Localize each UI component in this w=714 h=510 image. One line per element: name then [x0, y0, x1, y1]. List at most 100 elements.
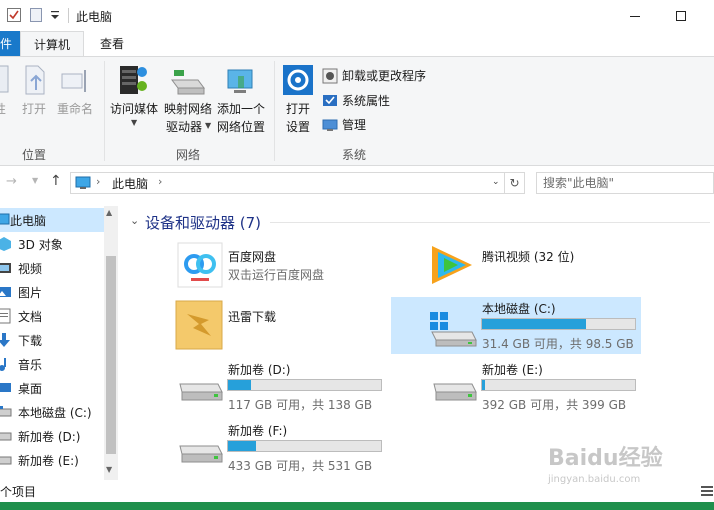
nav-scroll-thumb[interactable]	[106, 256, 116, 454]
forward-button[interactable]: →	[6, 174, 22, 192]
drive-name: 新加卷 (F:)	[228, 424, 288, 438]
drive-space-info: 433 GB 可用，共 531 GB	[228, 459, 373, 473]
refresh-icon: ↻	[509, 176, 520, 190]
section-divider	[270, 222, 710, 223]
nav-item-volume-d[interactable]: 新加卷 (D:)	[0, 424, 104, 448]
nav-item-music[interactable]: 音乐	[0, 352, 104, 376]
tab-view[interactable]: 查看	[84, 31, 140, 56]
maximize-button[interactable]	[658, 0, 704, 31]
breadcrumb-this-pc[interactable]: 此电脑	[112, 175, 148, 192]
minimize-button[interactable]	[612, 0, 658, 31]
drive-icon	[176, 442, 224, 470]
nav-item-volume-e[interactable]: 新加卷 (E:)	[0, 448, 104, 472]
network-drive-icon	[171, 70, 205, 95]
nav-item-documents[interactable]: 文档	[0, 304, 104, 328]
drive-icon	[176, 380, 224, 408]
open-button[interactable]: 打开	[20, 64, 48, 120]
properties-button[interactable]: 性	[0, 64, 10, 120]
customize-quick-access-icon[interactable]	[50, 9, 60, 21]
nav-item-local-disk-c[interactable]: 本地磁盘 (C:)	[0, 400, 104, 424]
breadcrumb-chevron-icon: ›	[158, 175, 163, 188]
new-folder-quick-icon[interactable]	[29, 8, 43, 22]
refresh-button[interactable]: ↻	[505, 172, 525, 194]
scroll-up-icon[interactable]: ▲	[106, 208, 112, 217]
maximize-icon	[676, 10, 686, 21]
details-view-icon[interactable]	[700, 484, 714, 498]
drive-name: 本地磁盘 (C:)	[482, 302, 556, 316]
dropdown-arrow-icon: ▼	[131, 118, 138, 127]
nav-item-downloads[interactable]: 下载	[0, 328, 104, 352]
uninstall-program-button[interactable]: 卸载或更改程序	[322, 67, 432, 85]
group-label-network: 网络	[175, 148, 200, 162]
scroll-down-icon[interactable]: ▼	[106, 465, 112, 474]
properties-icon	[0, 65, 9, 93]
access-media-button[interactable]: 访问媒体 ▼	[108, 64, 160, 127]
drive-usage-bar	[481, 318, 636, 330]
up-button[interactable]: ↑	[50, 173, 66, 191]
manage-icon	[322, 119, 338, 131]
baidu-jingyan-watermark: Baidu经验 jingyan.baidu.com	[548, 440, 678, 492]
status-item-count: 个项目	[0, 485, 37, 499]
title-divider	[68, 8, 69, 23]
computer-small-icon	[75, 175, 91, 191]
watermark-url: jingyan.baidu.com	[548, 474, 641, 485]
open-settings-button[interactable]: 打开 设置	[280, 64, 316, 136]
open-file-icon	[25, 65, 45, 95]
window-title: 此电脑	[76, 10, 113, 24]
group-label-system: 系统	[341, 148, 366, 162]
drive-icon	[430, 380, 478, 408]
nav-item-desktop[interactable]: 桌面	[0, 376, 104, 400]
address-dropdown-icon[interactable]: ⌄	[492, 177, 500, 187]
add-network-location-button[interactable]: 添加一个 网络位置	[214, 64, 268, 136]
desktop-icon	[0, 383, 11, 392]
drive-space-info: 31.4 GB 可用，共 98.5 GB	[482, 337, 634, 351]
dropdown-arrow-icon: ▼	[205, 121, 212, 130]
rename-button[interactable]: 重命名	[54, 64, 96, 120]
nav-item-this-pc[interactable]: 此电脑	[0, 208, 104, 232]
properties-quick-icon[interactable]	[7, 8, 21, 22]
video-icon	[0, 263, 11, 273]
drive-usage-bar	[227, 440, 382, 452]
gear-icon	[283, 65, 313, 95]
baidu-netdisk-icon	[177, 242, 223, 288]
app-name: 百度网盘	[228, 250, 277, 264]
nav-item-pictures[interactable]: 图片	[0, 280, 104, 304]
group-separator	[104, 61, 105, 161]
drive-space-info: 392 GB 可用，共 399 GB	[482, 398, 627, 412]
drive-usage-bar	[481, 379, 636, 391]
app-name: 腾讯视频 (32 位)	[482, 250, 575, 264]
section-title[interactable]: 设备和驱动器 (7)	[145, 212, 261, 233]
media-server-icon	[120, 66, 147, 94]
drive-name: 新加卷 (D:)	[228, 363, 291, 377]
system-drive-icon	[428, 310, 478, 350]
drive-icon	[0, 432, 12, 441]
drive-icon	[0, 456, 12, 465]
tab-file[interactable]: 件	[0, 31, 20, 56]
group-separator	[274, 61, 275, 161]
map-network-drive-button[interactable]: 映射网络 驱动器 ▼	[162, 64, 214, 136]
documents-icon	[0, 308, 11, 324]
nav-item-videos[interactable]: 视频	[0, 256, 104, 280]
pictures-icon	[0, 287, 11, 297]
network-location-icon	[227, 69, 253, 93]
watermark-brand: Baidu经验	[548, 446, 663, 471]
system-properties-icon	[323, 95, 337, 106]
section-collapse-icon[interactable]: ⌄	[130, 214, 139, 227]
computer-icon	[0, 213, 10, 225]
app-name: 迅雷下载	[228, 310, 277, 324]
breadcrumb-chevron-icon: ›	[96, 175, 101, 188]
nav-item-3d-objects[interactable]: 3D 对象	[0, 232, 104, 256]
manage-button[interactable]: 管理	[322, 116, 382, 134]
system-properties-button[interactable]: 系统属性	[322, 92, 402, 110]
rename-icon	[61, 70, 86, 92]
tab-computer[interactable]: 计算机	[20, 31, 84, 56]
app-description: 双击运行百度网盘	[228, 268, 325, 282]
cube-icon	[0, 237, 11, 251]
recent-locations-button[interactable]: ▼	[32, 176, 42, 190]
tencent-video-icon	[428, 242, 476, 288]
search-input[interactable]: 搜索"此电脑"	[536, 172, 714, 194]
window-bottom-edge	[0, 502, 714, 510]
group-label-location: 位置	[21, 148, 46, 162]
minimize-icon	[630, 15, 640, 17]
music-icon	[0, 358, 6, 371]
